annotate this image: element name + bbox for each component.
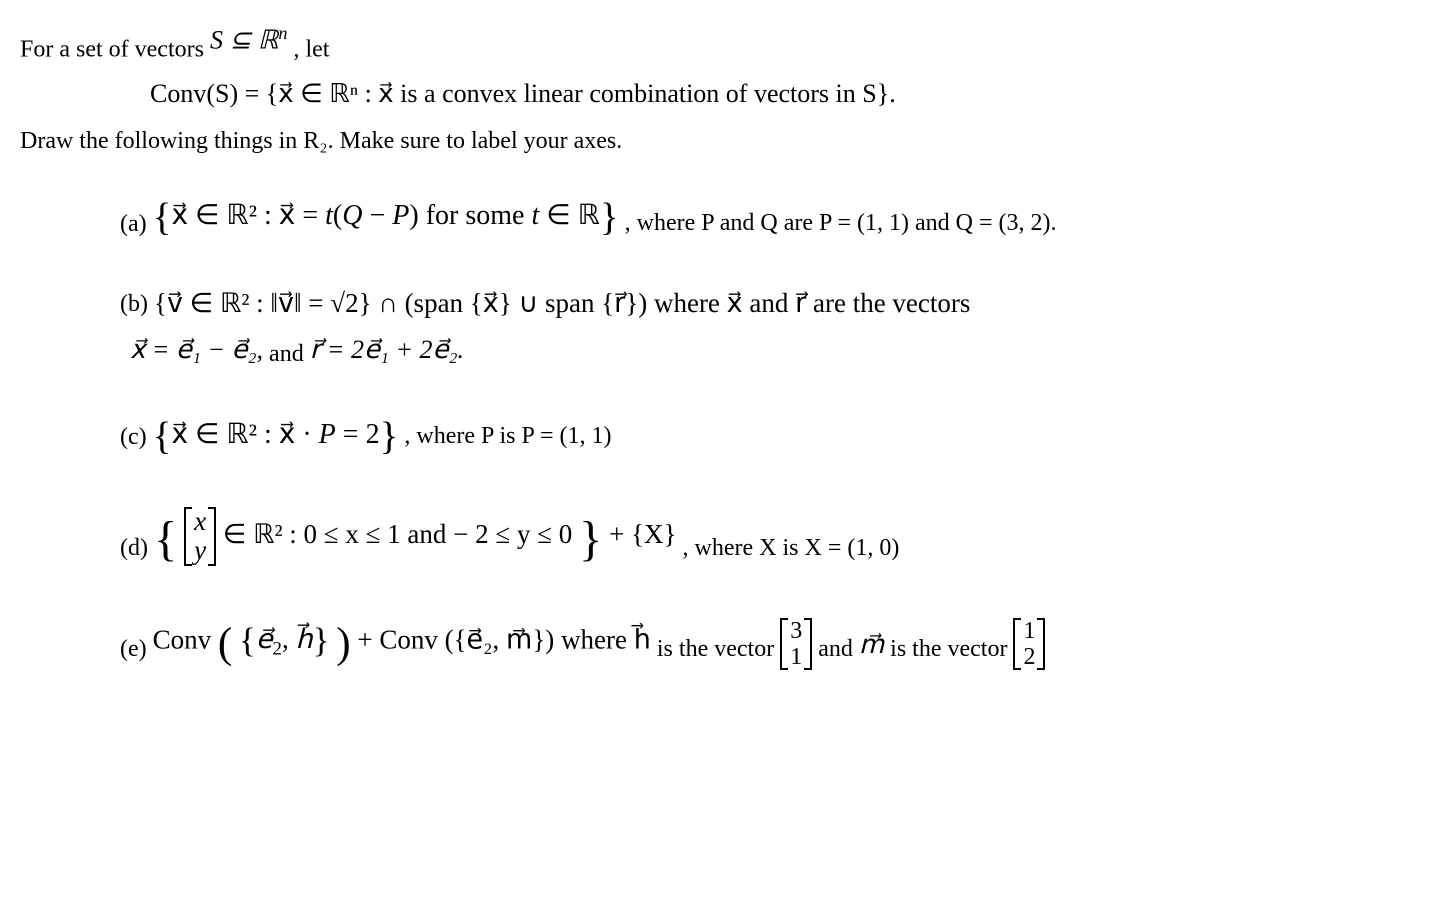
brace-open-icon [153,200,172,231]
conv-definition: Conv(S) = {x⃗ ∈ ℝⁿ : x⃗ is a convex line… [150,74,1420,113]
item-b: (b) {v⃗ ∈ ℝ² : ‖v⃗‖ = √2} ∩ (span {x⃗} ∪… [120,283,1420,372]
item-e-m-matrix: 1 2 [1013,618,1045,671]
conv-def-full: Conv(S) = {x⃗ ∈ ℝⁿ : x⃗ is a convex line… [150,79,896,108]
item-e-m-top: 1 [1019,618,1039,644]
paren-close-icon [336,624,350,654]
intro-suffix: , let [293,37,329,63]
item-e-h-bot: 1 [786,644,806,670]
item-b-line1: {v⃗ ∈ ℝ² : ‖v⃗‖ = √2} ∩ (span {x⃗} ∪ spa… [154,283,970,324]
item-e-is2: is the vector [890,636,1013,662]
intro-set-sup: n [278,23,287,43]
intro-prefix: For a set of vectors [20,37,210,63]
item-c-tail: , where P is P = (1, 1) [404,423,611,449]
item-a: (a) x⃗ ∈ ℝ² : x⃗ = t(Q − P) for some t ∈… [120,189,1420,248]
item-d-mat-top: x [190,507,210,537]
item-d-mat-bot: y [190,536,210,566]
item-a-label: (a) [120,206,147,242]
item-e-conv1-body: e⃗2, h⃗ [256,624,313,654]
item-e-conv1-pre: Conv [153,624,212,654]
item-e-is1: is the vector [657,636,780,662]
item-c-label: (c) [120,419,147,455]
brace-close-icon [380,419,399,450]
intro-line: For a set of vectors S ⊆ ℝn , let [20,20,1420,68]
big-brace-open-icon: { [154,512,177,566]
intro-set-text: S ⊆ ℝ [210,26,278,55]
item-e-expr: Conv {e⃗2, h⃗} + Conv ({e⃗₂, m⃗}) where … [153,612,651,677]
brace-close-icon [600,200,619,231]
item-e-and: and [818,636,859,662]
problem-list: (a) x⃗ ∈ ℝ² : x⃗ = t(Q − P) for some t ∈… [120,189,1420,677]
item-d-plus: + {X} [609,519,676,549]
item-e-m-bot: 2 [1019,644,1039,670]
item-b-label: (b) [120,286,148,322]
item-b-line1-wrap: (b) {v⃗ ∈ ℝ² : ‖v⃗‖ = √2} ∩ (span {x⃗} ∪… [120,283,1420,324]
item-c-set: x⃗ ∈ ℝ² : x⃗ · P = 2 [153,408,399,467]
item-e-h-matrix: 3 1 [780,618,812,671]
item-a-tail: , where P and Q are P = (1, 1) and Q = (… [625,210,1057,236]
item-b-r-eq: r⃗ = 2e⃗₁ + 2e⃗₂. [310,330,464,369]
draw-instruction: Draw the following things in R₂. Make su… [20,123,1420,159]
intro-set-expr: S ⊆ ℝn [210,20,287,60]
item-b-and: and [269,341,310,367]
item-e-m: m⃗ [859,625,884,664]
item-b-x-eq: x⃗ = e⃗₁ − e⃗₂, [130,330,263,369]
item-d: (d) { x y ∈ ℝ² : 0 ≤ x ≤ 1 and − 2 ≤ y ≤… [120,503,1420,576]
inner-brace-close-icon: } [313,621,330,660]
item-e-where: where h⃗ [561,624,651,654]
big-brace-close-icon: } [579,512,602,566]
item-d-mid: ∈ ℝ² : 0 ≤ x ≤ 1 and − 2 ≤ y ≤ 0 [223,519,572,549]
item-a-set: x⃗ ∈ ℝ² : x⃗ = t(Q − P) for some t ∈ ℝ [153,189,619,248]
item-e-conv2: Conv ({e⃗₂, m⃗}) [379,624,554,654]
item-e-label: (e) [120,631,147,667]
brace-open-icon [153,419,172,450]
item-e: (e) Conv {e⃗2, h⃗} + Conv ({e⃗₂, m⃗}) wh… [120,612,1420,677]
item-d-matrix: x y [184,507,216,566]
item-d-label: (d) [120,530,148,566]
item-c-set-body: x⃗ ∈ ℝ² : x⃗ · P = 2 [171,419,379,450]
item-d-tail: , where X is X = (1, 0) [683,535,900,561]
inner-brace-open-icon: { [239,621,256,660]
document-body: For a set of vectors S ⊆ ℝn , let Conv(S… [20,20,1420,676]
item-c: (c) x⃗ ∈ ℝ² : x⃗ · P = 2 , where P is P … [120,408,1420,467]
paren-open-icon [218,624,232,654]
item-e-h-top: 3 [786,618,806,644]
item-d-set: { x y ∈ ℝ² : 0 ≤ x ≤ 1 and − 2 ≤ y ≤ 0 }… [154,503,677,576]
item-b-line2-wrap: x⃗ = e⃗₁ − e⃗₂, and r⃗ = 2e⃗₁ + 2e⃗₂. [130,330,1420,372]
item-a-set-body: x⃗ ∈ ℝ² : x⃗ = t(Q − P) for some t ∈ ℝ [171,200,599,231]
item-e-plus: + [357,624,379,654]
